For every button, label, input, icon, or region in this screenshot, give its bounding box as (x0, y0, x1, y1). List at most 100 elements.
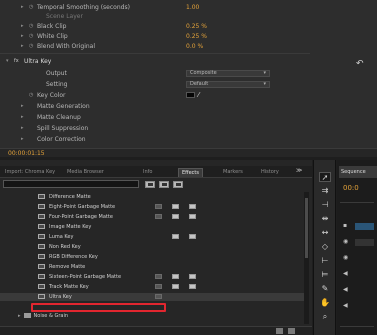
subsection-matte-generation[interactable]: ▸ Matte Generation (0, 101, 377, 111)
search-input[interactable] (3, 180, 139, 188)
track-header[interactable] (355, 239, 374, 246)
current-timecode[interactable]: 00:00:01:15 (8, 150, 45, 157)
scrollbar-thumb[interactable] (305, 198, 308, 258)
param-row-output: Output Composite ▾ (0, 68, 377, 78)
tab-import[interactable]: Import: Chroma Key (2, 168, 58, 177)
folder-noise-and-grain[interactable]: ▸ Noise & Grain (18, 313, 68, 321)
hand-tool-icon[interactable]: ✋ (319, 298, 331, 308)
param-value[interactable]: 0.25 % (186, 23, 207, 30)
rate-stretch-tool-icon[interactable]: ↔ (319, 228, 331, 238)
fx-badge-icon[interactable]: fx (14, 58, 19, 64)
collapse-triangle-icon[interactable]: ▸ (21, 43, 24, 49)
param-label: Scene Layer (46, 12, 83, 20)
collapse-triangle-icon[interactable]: ▸ (21, 125, 24, 131)
track-select-tool-icon[interactable]: ⇉ (319, 186, 331, 196)
collapse-triangle-icon[interactable]: ▸ (21, 4, 24, 10)
program-timecode[interactable]: 00:0 (343, 184, 359, 192)
eye-icon[interactable]: ◉ (343, 254, 351, 262)
folder-icon (23, 313, 31, 318)
subsection-color-correction[interactable]: ▸ Color Correction (0, 134, 377, 144)
effect-header-ultra-key[interactable]: ▾ fx Ultra Key (0, 56, 377, 66)
collapse-triangle-icon[interactable]: ▸ (21, 23, 24, 29)
list-item[interactable]: Difference Matte (0, 193, 304, 201)
stopwatch-icon[interactable]: ◷ (29, 43, 33, 49)
param-row-black-clip[interactable]: ▸ ◷ Black Clip 0.25 % (0, 21, 377, 31)
lock-icon[interactable]: ▪ (343, 222, 351, 230)
key-color-swatch[interactable] (186, 92, 195, 98)
collapse-triangle-icon[interactable]: ▸ (21, 33, 24, 39)
search-row (0, 179, 312, 190)
effect-name: Non Red Key (49, 244, 81, 250)
output-dropdown[interactable]: Composite ▾ (186, 69, 270, 77)
track-header[interactable] (355, 223, 374, 230)
tab-history[interactable]: History (258, 168, 282, 177)
yuv-filter-icon[interactable] (173, 181, 183, 188)
effects-panel: Import: Chroma Key Media Browser Info Ef… (0, 160, 312, 335)
tab-sequence[interactable]: Sequence (339, 166, 377, 178)
param-value[interactable]: 1.00 (186, 4, 199, 11)
slide-tool-icon[interactable]: ⊨ (319, 270, 331, 280)
dropdown-value: Composite (190, 69, 217, 76)
tab-info[interactable]: Info (140, 168, 155, 177)
stopwatch-icon[interactable]: ◷ (29, 4, 33, 10)
effect-name: Ultra Key (49, 294, 72, 300)
tab-media-browser[interactable]: Media Browser (64, 168, 107, 177)
list-item[interactable]: Eight-Point Garbage Matte (0, 203, 304, 211)
panel-menu-icon[interactable]: ≫ (296, 167, 302, 174)
speaker-icon[interactable]: ◀ (343, 302, 351, 310)
rolling-edit-tool-icon[interactable]: ⇹ (319, 214, 331, 224)
effect-icon (38, 284, 45, 289)
vertical-scrollbar[interactable] (304, 192, 309, 324)
32bit-filter-icon[interactable] (159, 181, 169, 188)
collapse-triangle-icon[interactable]: ▸ (21, 103, 24, 109)
expand-triangle-icon[interactable]: ▾ (6, 58, 9, 64)
new-bin-icon[interactable] (276, 328, 283, 334)
param-value[interactable]: 0.0 % (186, 43, 203, 50)
tab-effects[interactable]: Effects (178, 168, 203, 177)
list-item[interactable]: Luma Key (0, 233, 304, 241)
stopwatch-icon[interactable]: ◷ (29, 23, 33, 29)
razor-tool-icon[interactable]: ◇ (319, 242, 331, 252)
effect-name: Remove Matte (49, 264, 86, 270)
ripple-edit-tool-icon[interactable]: ⊣ (319, 200, 331, 210)
param-row-white-clip[interactable]: ▸ ◷ White Clip 0.25 % (0, 31, 377, 41)
effect-name: RGB Difference Key (49, 254, 98, 260)
stopwatch-icon[interactable]: ◷ (29, 33, 33, 39)
subsection-spill-suppression[interactable]: ▸ Spill Suppression (0, 123, 377, 133)
program-monitor-panel: Sequence 00:0 ▪ ◉ ◉ ◀ ◀ ◀ (337, 160, 377, 335)
pen-tool-icon[interactable]: ✎ (319, 284, 331, 294)
setting-dropdown[interactable]: Default ▾ (186, 80, 270, 88)
collapse-triangle-icon[interactable]: ▸ (21, 136, 24, 142)
subsection-label: Matte Cleanup (37, 113, 81, 121)
tab-markers[interactable]: Markers (220, 168, 246, 177)
selection-tool-icon[interactable]: ➚ (319, 172, 331, 182)
subsection-matte-cleanup[interactable]: ▸ Matte Cleanup (0, 112, 377, 122)
accelerated-badge-icon (155, 214, 162, 219)
list-item[interactable]: Remove Matte (0, 263, 304, 271)
param-row-blend-with-original[interactable]: ▸ ◷ Blend With Original 0.0 % (0, 41, 377, 51)
effect-controls-panel: ▸ ◷ Temporal Smoothing (seconds) 1.00 Sc… (0, 0, 377, 157)
list-item[interactable]: Sixteen-Point Garbage Matte (0, 273, 304, 281)
eyedropper-icon[interactable]: ⁄ (198, 91, 199, 99)
list-item[interactable]: RGB Difference Key (0, 253, 304, 261)
stopwatch-icon[interactable]: ◷ (29, 92, 33, 98)
dropdown-value: Default (190, 80, 209, 87)
slip-tool-icon[interactable]: ⊢ (319, 256, 331, 266)
speaker-icon[interactable]: ◀ (343, 270, 351, 278)
param-value[interactable]: 0.25 % (186, 33, 207, 40)
accelerated-filter-icon[interactable] (145, 181, 155, 188)
zoom-tool-icon[interactable]: ⌕ (319, 312, 331, 322)
speaker-icon[interactable]: ◀ (343, 286, 351, 294)
collapse-triangle-icon[interactable]: ▸ (18, 313, 21, 319)
chevron-down-icon: ▾ (263, 69, 266, 76)
list-item[interactable]: Track Matte Key (0, 283, 304, 291)
list-item[interactable]: Image Matte Key (0, 223, 304, 231)
collapse-triangle-icon[interactable]: ▸ (21, 114, 24, 120)
tools-panel: ➚ ⇉ ⊣ ⇹ ↔ ◇ ⊢ ⊨ ✎ ✋ ⌕ (313, 160, 336, 335)
effect-icon (38, 254, 45, 259)
new-item-icon[interactable] (288, 328, 295, 334)
list-item[interactable]: Non Red Key (0, 243, 304, 251)
eye-icon[interactable]: ◉ (343, 238, 351, 246)
list-item[interactable]: Four-Point Garbage Matte (0, 213, 304, 221)
list-item-ultra-key[interactable]: Ultra Key (0, 293, 304, 301)
